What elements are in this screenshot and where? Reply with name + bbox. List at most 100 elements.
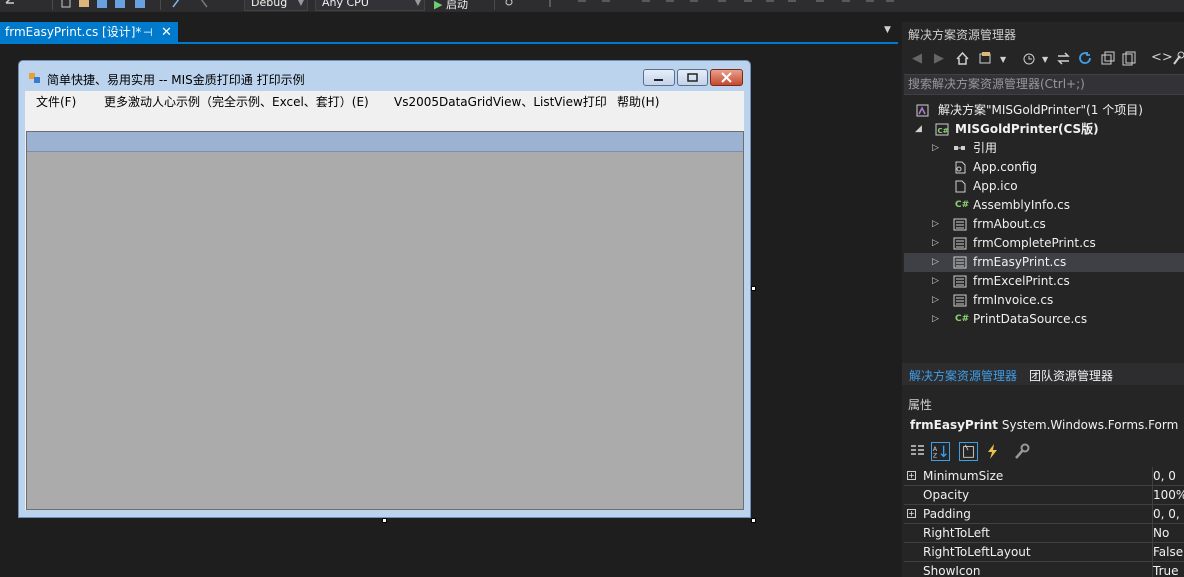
property-row-opacity[interactable]: Opacity 100% bbox=[904, 486, 1184, 505]
code-view-icon[interactable]: <> bbox=[1151, 50, 1173, 65]
align-bottom-icon[interactable] bbox=[688, 0, 700, 9]
tree-item-printdatasource[interactable]: ▷ C# PrintDataSource.cs bbox=[904, 310, 1184, 329]
collapsed-triangle-icon[interactable]: ▷ bbox=[932, 234, 939, 253]
form-file-icon bbox=[953, 237, 967, 250]
tree-item-frmexcelprint[interactable]: ▷ frmExcelPrint.cs bbox=[904, 272, 1184, 291]
back-icon[interactable]: ◀ bbox=[912, 51, 922, 66]
collapsed-triangle-icon[interactable]: ▷ bbox=[932, 215, 939, 234]
tab-solution-explorer[interactable]: 解决方案资源管理器 bbox=[909, 367, 1017, 384]
open-folder-icon[interactable] bbox=[78, 0, 90, 9]
resize-handle-bottom[interactable] bbox=[382, 518, 387, 523]
menu-file[interactable]: 文件(F) bbox=[36, 93, 76, 110]
undo-arrow-icon[interactable] bbox=[170, 0, 182, 9]
alphabetical-icon[interactable]: AZ bbox=[931, 442, 950, 461]
chevron-down-icon[interactable]: ▼ bbox=[1042, 55, 1048, 64]
collapse-all-icon[interactable] bbox=[1100, 51, 1115, 66]
tree-item-project[interactable]: ◢ C# MISGoldPrinter(CS版) bbox=[904, 120, 1184, 139]
expanded-triangle-icon[interactable]: ◢ bbox=[915, 120, 922, 139]
undo-icon[interactable] bbox=[4, 0, 16, 9]
tree-item-solution[interactable]: 解决方案"MISGoldPrinter"(1 个项目) bbox=[904, 101, 1184, 120]
send-to-back-icon[interactable] bbox=[884, 0, 896, 9]
align-center-icon[interactable] bbox=[576, 0, 588, 9]
tree-item-app-config[interactable]: App.config bbox=[904, 158, 1184, 177]
align-top-icon[interactable] bbox=[640, 0, 652, 9]
properties-wrench-icon[interactable] bbox=[1172, 51, 1184, 66]
bring-to-front-icon[interactable] bbox=[864, 0, 876, 9]
tree-item-frmcompleteprint[interactable]: ▷ frmCompletePrint.cs bbox=[904, 234, 1184, 253]
tree-item-frminvoice[interactable]: ▷ frmInvoice.cs bbox=[904, 291, 1184, 310]
property-value[interactable]: No bbox=[1152, 524, 1169, 542]
tab-list-dropdown-icon[interactable]: ▼ bbox=[884, 25, 891, 35]
solution-platform-select[interactable]: Any CPU ▼ bbox=[315, 0, 425, 11]
find-icon[interactable] bbox=[504, 0, 516, 9]
property-row-minimumsize[interactable]: + MinimumSize 0, 0 bbox=[904, 467, 1184, 486]
align-right-icon[interactable] bbox=[600, 0, 612, 9]
horizontal-spacing-icon[interactable] bbox=[814, 0, 826, 9]
collapsed-triangle-icon[interactable]: ▷ bbox=[932, 139, 939, 158]
make-same-width-icon[interactable] bbox=[716, 0, 728, 9]
events-lightning-icon[interactable] bbox=[983, 442, 1002, 461]
property-name: Opacity bbox=[923, 488, 970, 502]
datagridview[interactable] bbox=[26, 131, 744, 510]
tree-item-frmabout[interactable]: ▷ frmAbout.cs bbox=[904, 215, 1184, 234]
tree-item-assemblyinfo[interactable]: C# AssemblyInfo.cs bbox=[904, 196, 1184, 215]
property-row-righttoleftlayout[interactable]: RightToLeftLayout False bbox=[904, 543, 1184, 562]
align-left-icon[interactable] bbox=[548, 0, 560, 9]
switch-views-icon[interactable] bbox=[978, 51, 994, 66]
home-icon[interactable] bbox=[955, 51, 970, 66]
collapsed-triangle-icon[interactable]: ▷ bbox=[932, 291, 939, 310]
properties-object-selector[interactable]: frmEasyPrint System.Windows.Forms.Form bbox=[910, 418, 1178, 432]
save-all-icon-2[interactable] bbox=[134, 0, 146, 9]
collapsed-triangle-icon[interactable]: ▷ bbox=[932, 272, 939, 291]
collapsed-triangle-icon[interactable]: ▷ bbox=[932, 310, 939, 329]
save-icon[interactable] bbox=[96, 0, 108, 9]
tab-frmeasyprint-design[interactable]: frmEasyPrint.cs [设计]* ⊣ ✕ bbox=[0, 22, 178, 43]
refresh-icon[interactable] bbox=[1078, 51, 1093, 66]
tree-item-references[interactable]: ▷ 引用 bbox=[904, 139, 1184, 158]
align-middle-icon[interactable] bbox=[664, 0, 676, 9]
tree-item-app-ico[interactable]: App.ico bbox=[904, 177, 1184, 196]
property-value[interactable]: 0, 0 bbox=[1152, 467, 1176, 485]
expand-plus-icon[interactable]: + bbox=[907, 509, 916, 518]
sync-with-document-icon[interactable] bbox=[1056, 51, 1071, 66]
menu-more-examples[interactable]: 更多激动人心示例（完全示例、Excel、套打）(E) bbox=[104, 93, 369, 110]
chevron-down-icon[interactable]: ▼ bbox=[1000, 55, 1006, 64]
property-value[interactable]: True bbox=[1152, 562, 1179, 577]
size-to-grid-icon[interactable] bbox=[786, 0, 798, 9]
solution-search-input[interactable]: 搜索解决方案资源管理器(Ctrl+;) bbox=[904, 74, 1184, 95]
property-value[interactable]: False bbox=[1152, 543, 1183, 561]
solution-config-select[interactable]: Debug ▼ bbox=[244, 0, 308, 11]
show-all-files-icon[interactable] bbox=[1121, 51, 1136, 66]
expand-plus-icon[interactable]: + bbox=[907, 471, 916, 480]
collapsed-triangle-icon[interactable]: ▷ bbox=[932, 253, 939, 272]
tab-team-explorer[interactable]: 团队资源管理器 bbox=[1029, 367, 1113, 384]
pin-icon[interactable]: ⊣ bbox=[143, 22, 153, 43]
maximize-button[interactable] bbox=[677, 69, 708, 86]
save-all-icon[interactable] bbox=[114, 0, 126, 9]
property-row-righttoleft[interactable]: RightToLeft No bbox=[904, 524, 1184, 543]
property-row-showicon[interactable]: ShowIcon True bbox=[904, 562, 1184, 577]
property-pages-wrench-icon[interactable] bbox=[1012, 442, 1031, 461]
close-icon[interactable]: ✕ bbox=[161, 22, 172, 43]
minimize-button[interactable] bbox=[643, 69, 675, 86]
pending-changes-filter-icon[interactable] bbox=[1022, 51, 1038, 66]
resize-handle-corner[interactable] bbox=[751, 518, 756, 523]
categorized-icon[interactable] bbox=[908, 442, 927, 461]
resize-handle-right[interactable] bbox=[751, 286, 756, 291]
property-value[interactable]: 0, 0, 0, 0 bbox=[1152, 505, 1184, 523]
make-same-size-icon[interactable] bbox=[764, 0, 776, 9]
menu-help[interactable]: 帮助(H) bbox=[617, 93, 659, 110]
vertical-spacing-icon[interactable] bbox=[840, 0, 852, 9]
make-same-height-icon[interactable] bbox=[742, 0, 754, 9]
property-row-padding[interactable]: + Padding 0, 0, 0, 0 bbox=[904, 505, 1184, 524]
close-window-button[interactable] bbox=[710, 69, 743, 86]
property-value[interactable]: 100% bbox=[1152, 486, 1184, 504]
properties-view-icon[interactable] bbox=[959, 442, 978, 461]
menu-datagridview-print[interactable]: Vs2005DataGridView、ListView打印 bbox=[394, 93, 607, 110]
new-project-icon[interactable] bbox=[60, 0, 72, 9]
tree-item-frmeasyprint[interactable]: ▷ frmEasyPrint.cs bbox=[904, 253, 1184, 272]
start-debugging-button[interactable]: ▶ 启动 bbox=[434, 0, 468, 12]
csharp-project-icon: C# bbox=[935, 123, 949, 136]
forward-icon[interactable]: ▶ bbox=[934, 51, 944, 66]
redo-arrow-icon[interactable] bbox=[198, 0, 210, 9]
